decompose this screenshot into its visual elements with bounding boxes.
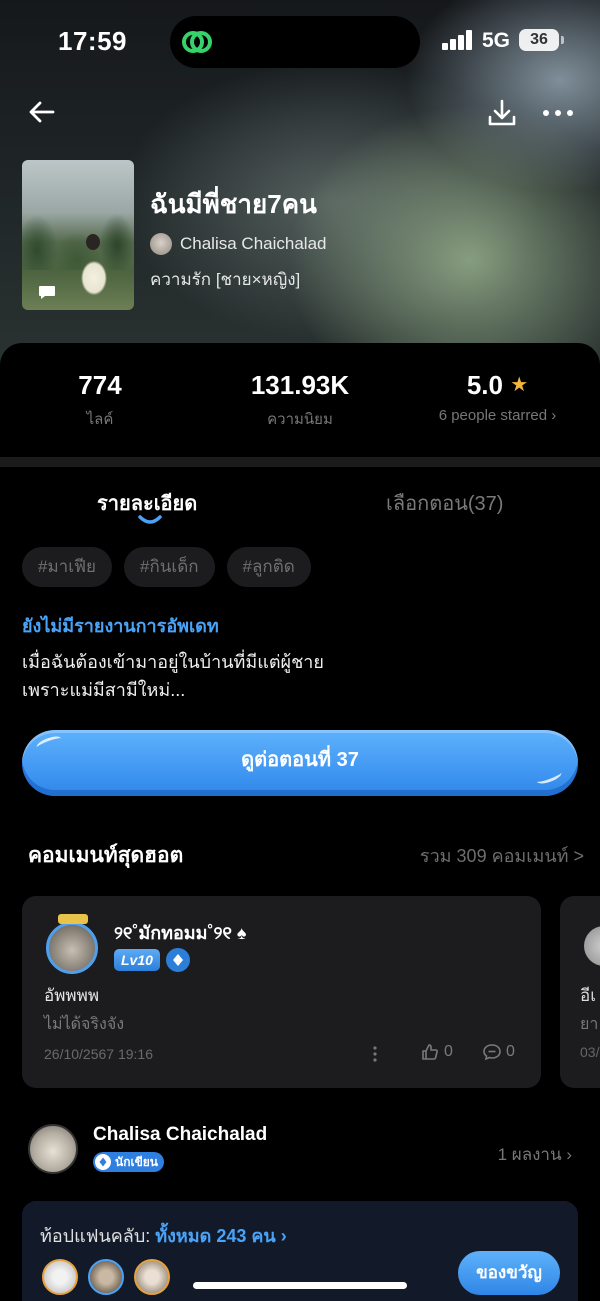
continue-reading-label: ดูต่อตอนที่ 37 <box>241 749 359 771</box>
author-link[interactable]: Chalisa Chaichalad <box>150 232 326 256</box>
like-count: 0 <box>444 1043 453 1060</box>
popularity-value: 131.93K <box>250 370 350 400</box>
likes-label: ไลค์ <box>86 411 114 428</box>
author-name: Chalisa Chaichalad <box>93 1124 268 1145</box>
comment-text: อีเ <box>580 986 597 1005</box>
stat-likes: 774 ไลค์ <box>60 370 140 431</box>
battery-icon: 36 <box>519 29 564 51</box>
star-icon: ★ <box>510 374 529 396</box>
comment-subtext: ยา <box>580 1016 599 1033</box>
book-cover[interactable] <box>22 160 134 310</box>
rating-label: 6 people starred › <box>438 407 557 424</box>
synopsis-line: เพราะแม่มีสามีใหม่... <box>22 680 186 700</box>
update-note: ยังไม่มีรายงานการอัพเดท <box>22 616 219 636</box>
commenter-name: ୨୧˚มักทอมม˚୨୧ ♠ <box>114 923 247 943</box>
synopsis[interactable]: เมื่อฉันต้องเข้ามาอยู่ในบ้านที่มีแต่ผู้ช… <box>22 648 324 704</box>
hot-comments-title: คอมเมนท์สุดฮอต <box>28 844 184 867</box>
thumbs-up-icon <box>422 1044 438 1060</box>
comment-card[interactable]: อีเ ยา 03/ <box>560 896 600 1088</box>
comment-card[interactable]: ୨୧˚มักทอมม˚୨୧ ♠ Lv10 อัพพพพ ไม่ได้จริงจั… <box>22 896 541 1088</box>
comment-subtext: ไม่ได้จริงจัง <box>44 1016 124 1033</box>
fan-club-all-link[interactable]: ทั้งหมด 243 คน › <box>155 1226 286 1246</box>
home-indicator[interactable] <box>193 1282 407 1289</box>
synopsis-line: เมื่อฉันต้องเข้ามาอยู่ในบ้านที่มีแต่ผู้ช… <box>22 652 324 672</box>
dynamic-island <box>170 16 420 68</box>
all-comments-link[interactable]: รวม 309 คอมเมนท์ > <box>420 841 584 870</box>
more-options-icon[interactable] <box>540 98 576 128</box>
status-bar: 17:59 5G 36 <box>0 0 600 80</box>
stat-rating[interactable]: 5.0 ★ 6 people starred › <box>420 370 575 424</box>
author-works-link[interactable]: 1 ผลงาน › <box>498 1141 572 1168</box>
tab-chapters[interactable]: เลือกตอน(37) <box>386 487 503 519</box>
fan-club-header: ท้อปแฟนคลับ: ทั้งหมด 243 คน › <box>40 1221 287 1250</box>
fan-avatar-list <box>42 1259 170 1295</box>
quill-icon <box>95 1154 111 1170</box>
tab-indicator <box>138 515 162 524</box>
link-icon <box>182 31 212 53</box>
genre-label: ความรัก [ชาย×หญิง] <box>150 270 301 289</box>
reply-count: 0 <box>506 1043 515 1060</box>
fan-club-title: ท้อปแฟนคลับ: <box>40 1226 151 1246</box>
back-arrow-icon[interactable] <box>26 96 58 128</box>
fan-avatar[interactable] <box>134 1259 170 1295</box>
signal-icon <box>442 30 474 50</box>
comment-text: อัพพพพ <box>44 986 100 1005</box>
diamond-icon <box>165 948 190 972</box>
fan-avatar[interactable] <box>88 1259 124 1295</box>
tag-chip[interactable]: #ลูกติด <box>226 547 311 587</box>
stat-popularity: 131.93K ความนิยม <box>225 370 375 431</box>
likes-value: 774 <box>78 370 122 400</box>
writer-badge: นักเขียน <box>93 1152 165 1172</box>
tag-list: #มาเฟีย #กินเด็ก #ลูกติด <box>22 547 311 587</box>
download-icon[interactable] <box>486 98 518 128</box>
speech-bubble-icon <box>483 1044 501 1061</box>
popularity-label: ความนิยม <box>267 411 333 428</box>
like-button[interactable]: 0 <box>420 1042 453 1062</box>
comment-date: 03/ <box>580 1044 600 1060</box>
commenter-avatar[interactable] <box>584 926 600 966</box>
writer-badge-label: นักเขียน <box>115 1154 159 1169</box>
section-divider <box>0 457 600 467</box>
status-time: 17:59 <box>58 26 127 56</box>
author-avatar <box>150 233 172 255</box>
commenter-badges: Lv10 <box>114 948 190 972</box>
novel-title: ฉันมีพี่ชาย7คน <box>150 189 317 219</box>
tag-chip[interactable]: #กินเด็ก <box>124 547 215 587</box>
author-name: Chalisa Chaichalad <box>180 234 327 253</box>
tag-chip[interactable]: #มาเฟีย <box>22 547 113 587</box>
comment-menu-icon[interactable] <box>367 1045 383 1063</box>
stats-row: 774 ไลค์ 131.93K ความนิยม 5.0 ★ 6 people… <box>0 370 600 440</box>
chat-icon <box>39 286 55 299</box>
continue-reading-button[interactable]: ดูต่อตอนที่ 37 <box>22 730 578 796</box>
author-section[interactable]: Chalisa Chaichalad นักเขียน 1 ผลงาน › <box>26 1124 586 1178</box>
reply-button[interactable]: 0 <box>482 1042 515 1062</box>
rating-value: 5.0 <box>466 370 503 400</box>
avatar-frame-crown <box>58 914 88 924</box>
gift-button[interactable]: ของขวัญ <box>458 1251 560 1295</box>
level-badge: Lv10 <box>114 949 160 971</box>
network-label: 5G <box>482 29 511 52</box>
author-avatar[interactable] <box>28 1124 78 1174</box>
fan-avatar[interactable] <box>42 1259 78 1295</box>
comment-date: 26/10/2567 19:16 <box>44 1046 153 1062</box>
commenter-avatar[interactable] <box>46 922 98 974</box>
